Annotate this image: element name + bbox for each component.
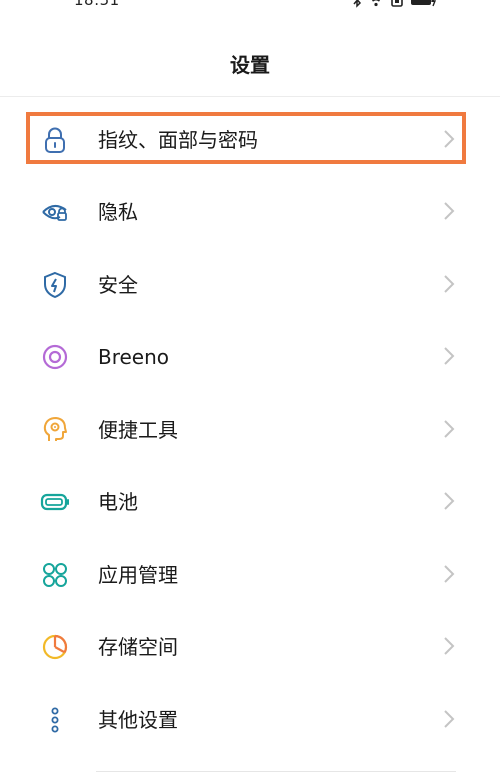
settings-item-label: 安全 [98,273,138,297]
settings-item-fingerprint-face-password[interactable]: 指纹、面部与密码 [0,103,500,175]
chevron-right-icon [444,492,455,510]
status-bar: 18:51 [0,0,500,12]
settings-item-label: 存储空间 [98,635,178,659]
status-icons [352,0,438,8]
settings-item-label: 便捷工具 [98,418,178,442]
settings-item-security[interactable]: 安全 [0,248,500,320]
chevron-right-icon [444,637,455,655]
chevron-right-icon [444,202,455,220]
settings-item-breeno[interactable]: Breeno [0,320,500,392]
status-time: 18:51 [74,0,120,9]
settings-item-privacy[interactable]: 隐私 [0,175,500,247]
chevron-right-icon [444,565,455,583]
privacy-eye-icon [42,205,67,221]
settings-item-label: 其他设置 [98,708,178,732]
chevron-right-icon [444,347,455,365]
wifi-icon [371,0,381,7]
chevron-right-icon [444,130,455,148]
battery-icon [411,0,437,7]
header-divider [0,96,500,97]
settings-item-convenient-tools[interactable]: 便捷工具 [0,393,500,465]
settings-item-other-settings[interactable]: 其他设置 [0,683,500,755]
other-settings-icon [51,707,59,733]
settings-item-label: 指纹、面部与密码 [98,128,258,152]
battery-icon [40,493,69,511]
security-shield-icon [44,271,66,299]
bluetooth-icon [353,0,362,8]
settings-item-label: 电池 [98,490,138,514]
sim-icon [391,0,403,7]
settings-item-app-management[interactable]: 应用管理 [0,538,500,610]
page-title: 设置 [230,53,270,77]
app-management-icon [43,563,67,587]
settings-item-battery[interactable]: 电池 [0,465,500,537]
settings-item-label: Breeno [98,345,170,369]
bottom-divider [96,771,456,772]
chevron-right-icon [444,420,455,438]
lock-icon [45,127,65,153]
chevron-right-icon [444,275,455,293]
convenient-tools-icon [43,417,67,441]
chevron-right-icon [444,710,455,728]
settings-item-storage[interactable]: 存储空间 [0,610,500,682]
settings-item-label: 隐私 [98,200,138,224]
storage-icon [42,634,68,660]
settings-item-label: 应用管理 [98,563,178,587]
breeno-icon [42,344,68,370]
